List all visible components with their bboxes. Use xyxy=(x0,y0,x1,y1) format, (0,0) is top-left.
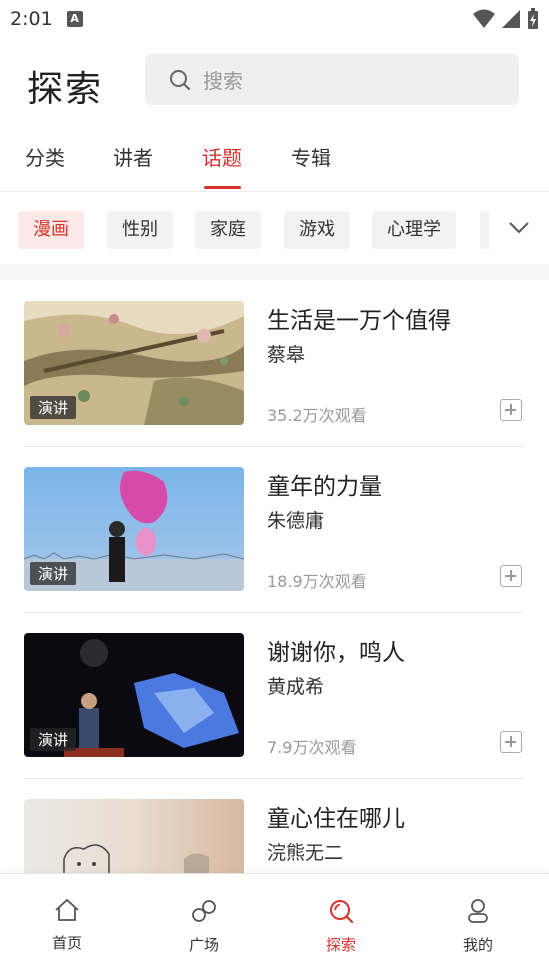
chip-family[interactable]: 家庭 xyxy=(195,211,261,249)
tab-speakers[interactable]: 讲者 xyxy=(113,142,153,171)
search-icon xyxy=(170,69,191,90)
topic-filter-bar: 漫画 性别 家庭 游戏 心理学 xyxy=(0,192,549,264)
header: 探索 搜索 xyxy=(0,54,549,110)
talk-type-badge: 演讲 xyxy=(30,396,77,419)
tab-category[interactable]: 分类 xyxy=(25,142,65,171)
talk-thumbnail: 演讲 xyxy=(24,301,244,425)
link-icon xyxy=(192,900,216,922)
nav-profile-label: 我的 xyxy=(462,936,493,954)
status-bar: 2:01 A xyxy=(0,0,549,38)
battery-icon xyxy=(528,8,538,29)
profile-icon xyxy=(468,899,488,923)
talk-list-content: 演讲 生活是一万个值得 蔡皋 35.2万次观看 演讲 童年的力量 朱德庸 18.… xyxy=(0,280,549,873)
signal-icon xyxy=(502,10,520,28)
page-title: 探索 xyxy=(27,69,104,110)
chip-games[interactable]: 游戏 xyxy=(284,211,350,249)
wifi-icon xyxy=(473,9,495,28)
chip-psychology[interactable]: 心理学 xyxy=(372,211,456,249)
nav-square[interactable]: 广场 xyxy=(154,898,254,955)
bottom-navigation: 首页 广场 探索 我的 xyxy=(0,873,549,977)
tab-topics[interactable]: 话题 xyxy=(202,142,242,171)
talk-card[interactable]: 童心住在哪儿 浣熊无二 xyxy=(24,778,524,873)
talk-title: 童心住在哪儿 xyxy=(267,806,405,832)
talk-views: 18.9万次观看 xyxy=(267,572,367,591)
status-indicators xyxy=(473,8,539,30)
nav-square-label: 广场 xyxy=(188,936,219,954)
talk-speaker: 蔡皋 xyxy=(267,344,306,366)
talk-card[interactable]: 演讲 生活是一万个值得 蔡皋 35.2万次观看 xyxy=(24,280,524,446)
explore-search-icon xyxy=(330,900,354,924)
talk-title: 生活是一万个值得 xyxy=(267,308,451,334)
nav-profile[interactable]: 我的 xyxy=(428,898,528,955)
expand-chips-button[interactable] xyxy=(489,192,549,264)
talk-thumbnail: 演讲 xyxy=(24,633,244,757)
chip-manga[interactable]: 漫画 xyxy=(18,211,84,249)
talk-speaker: 浣熊无二 xyxy=(267,842,344,864)
home-icon xyxy=(55,898,79,921)
active-tab-indicator xyxy=(204,186,241,189)
talk-views: 35.2万次观看 xyxy=(267,406,367,425)
nav-explore-label: 探索 xyxy=(325,936,356,954)
nav-home[interactable]: 首页 xyxy=(17,898,117,953)
talk-card[interactable]: 演讲 童年的力量 朱德庸 18.9万次观看 xyxy=(24,446,524,612)
search-placeholder: 搜索 xyxy=(203,69,243,93)
talk-type-badge: 演讲 xyxy=(30,728,77,751)
talk-title: 谢谢你，鸣人 xyxy=(267,640,405,666)
talk-list[interactable]: 演讲 生活是一万个值得 蔡皋 35.2万次观看 演讲 童年的力量 朱德庸 18.… xyxy=(0,264,549,873)
add-icon[interactable] xyxy=(500,565,522,587)
talk-speaker: 朱德庸 xyxy=(267,510,325,532)
talk-card[interactable]: 演讲 谢谢你，鸣人 黄成希 7.9万次观看 xyxy=(24,612,524,778)
talk-type-badge: 演讲 xyxy=(30,562,77,585)
chevron-down-icon xyxy=(509,222,529,234)
nav-home-label: 首页 xyxy=(51,934,82,952)
chip-gender[interactable]: 性别 xyxy=(107,211,173,249)
talk-thumbnail xyxy=(24,799,244,873)
add-icon[interactable] xyxy=(500,399,522,421)
status-time: 2:01 xyxy=(10,8,53,30)
top-tabs: 分类 讲者 话题 专辑 xyxy=(0,134,549,192)
nav-explore[interactable]: 探索 xyxy=(291,898,391,955)
talk-title: 童年的力量 xyxy=(267,474,382,500)
talk-thumbnail: 演讲 xyxy=(24,467,244,591)
talk-speaker: 黄成希 xyxy=(267,676,325,698)
add-icon[interactable] xyxy=(500,731,522,753)
search-input[interactable]: 搜索 xyxy=(145,54,519,105)
talk-views: 7.9万次观看 xyxy=(267,738,357,757)
notification-icon: A xyxy=(66,11,83,27)
tab-albums[interactable]: 专辑 xyxy=(291,142,331,171)
